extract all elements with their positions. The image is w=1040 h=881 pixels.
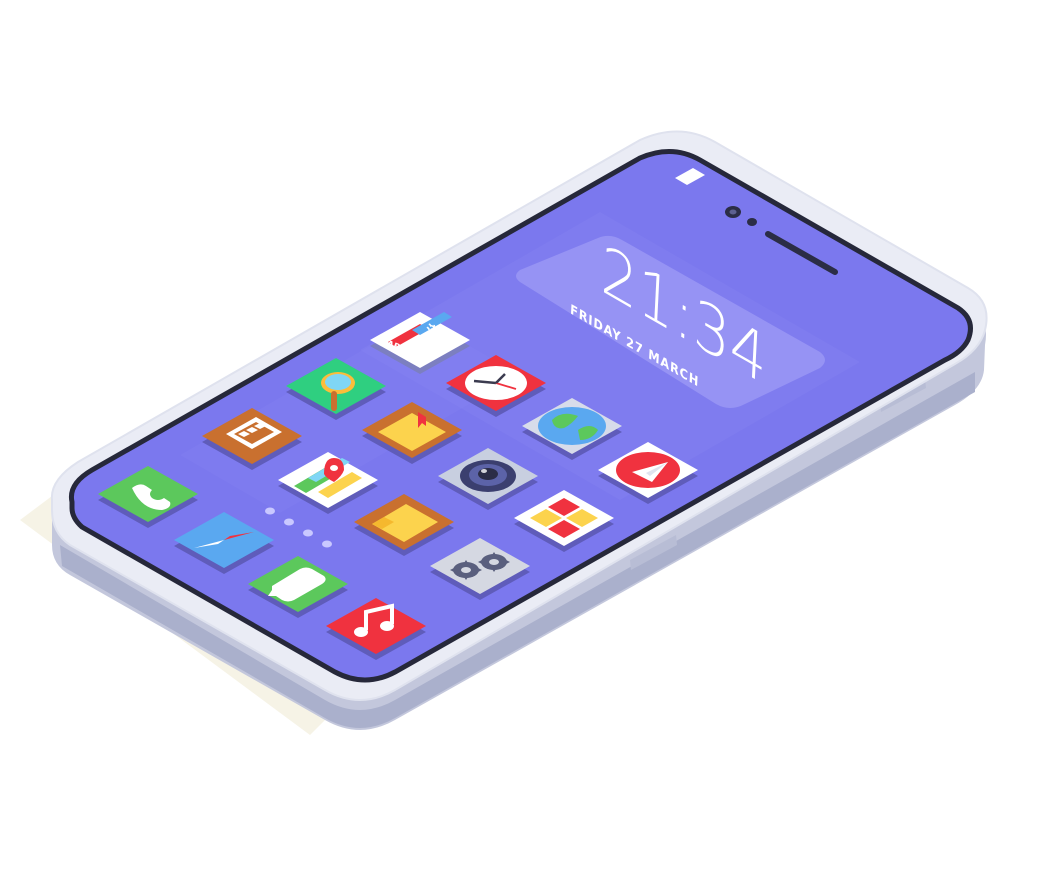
camera-icon xyxy=(460,460,516,492)
page-dot[interactable] xyxy=(284,518,294,526)
page-dot[interactable] xyxy=(265,507,275,515)
page-dot[interactable] xyxy=(303,529,313,537)
clock-icon xyxy=(465,366,527,400)
page-dot[interactable] xyxy=(322,540,332,548)
globe-icon xyxy=(538,407,606,445)
sensor-icon xyxy=(747,218,757,226)
paper-plane-icon xyxy=(616,452,680,488)
isometric-phone-illustration: 21:34 FRIDAY 27 MARCH ABC 漢 xyxy=(20,130,988,735)
